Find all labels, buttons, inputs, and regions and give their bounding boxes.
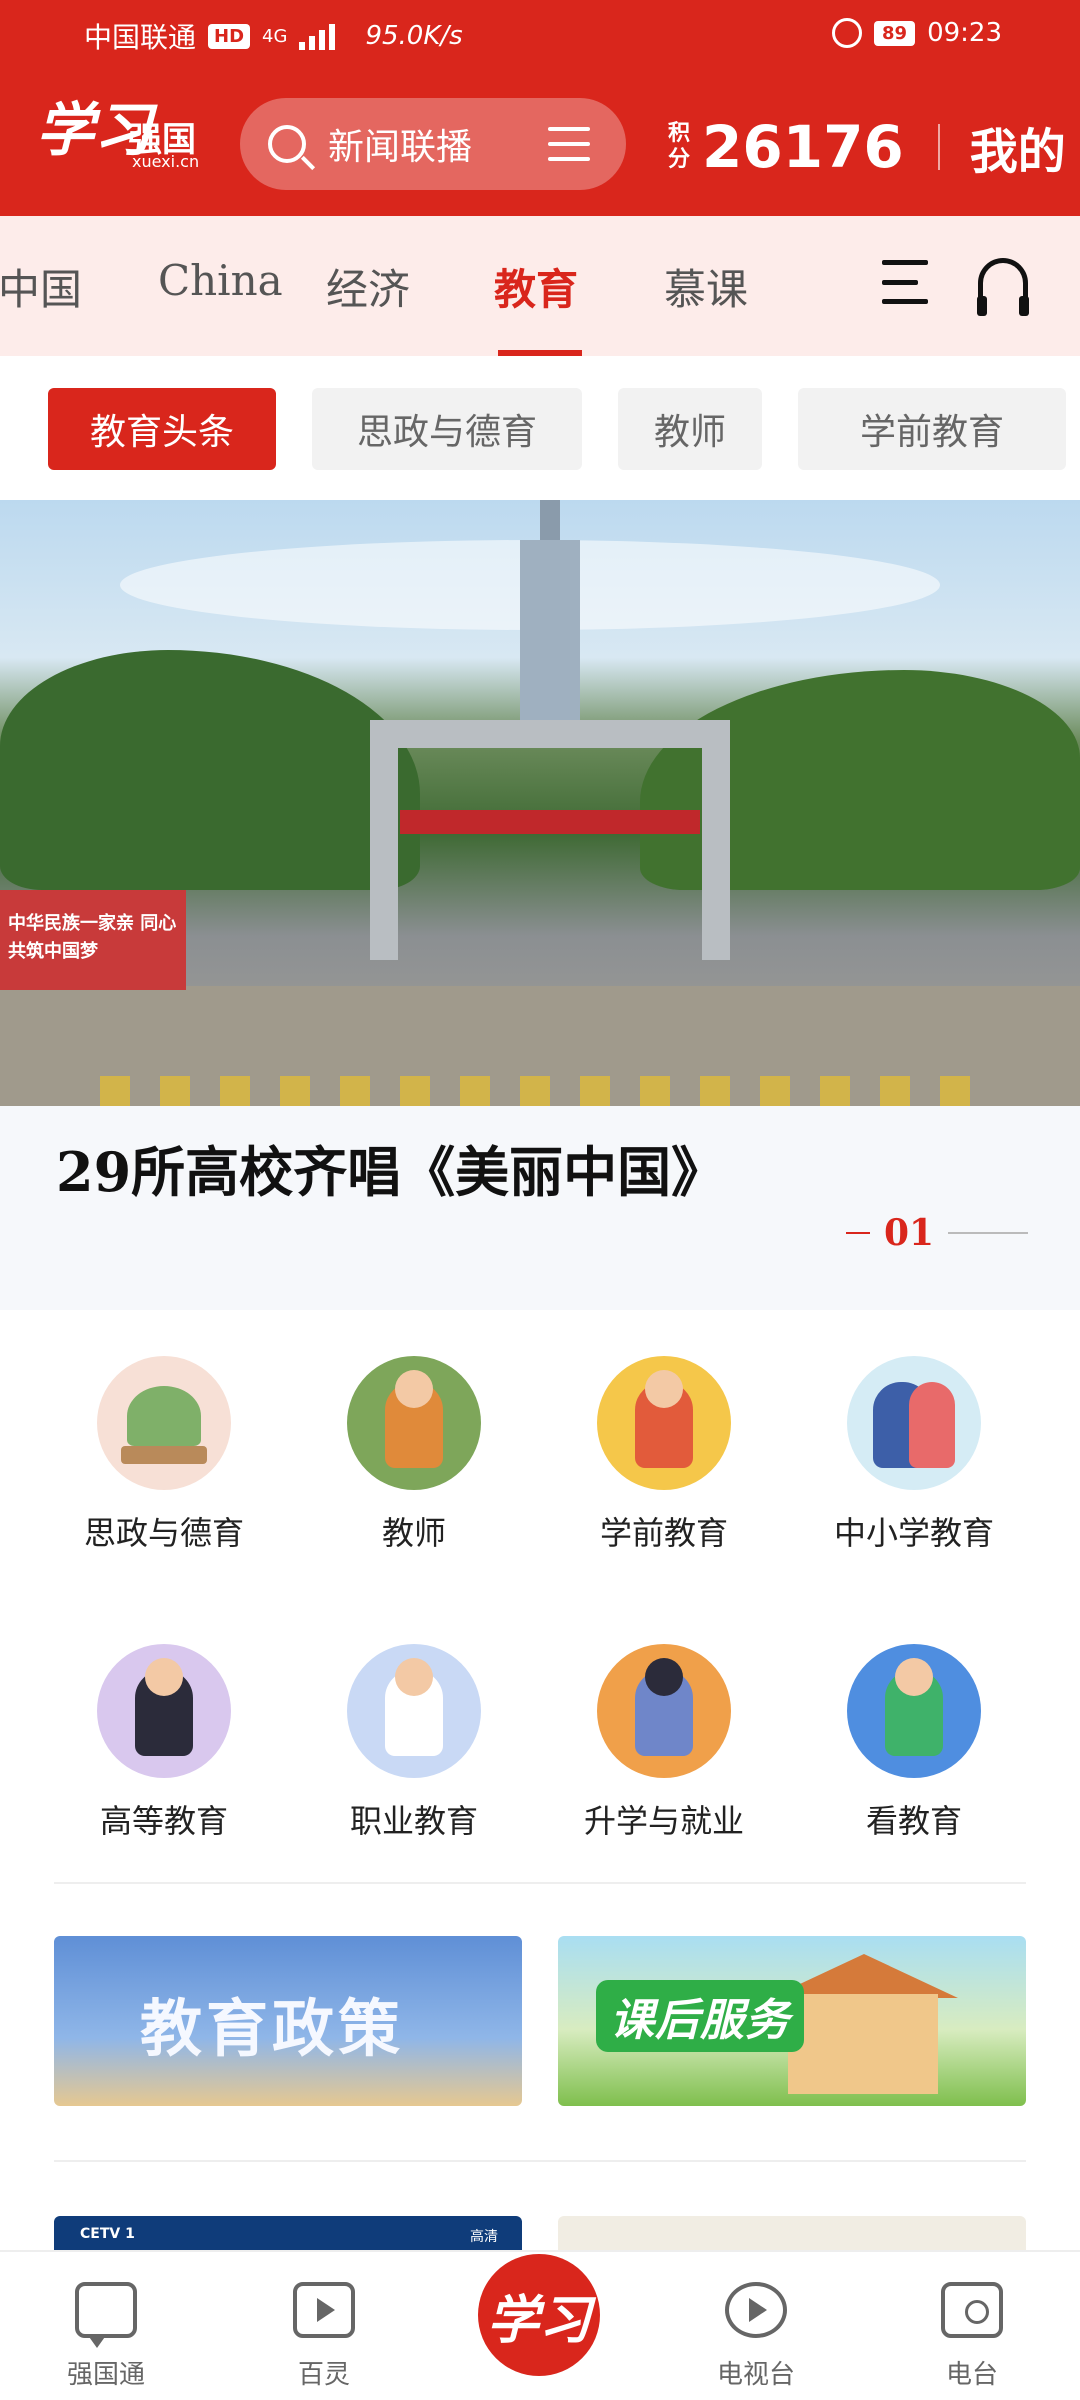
search-placeholder: 新闻联播 (328, 127, 473, 168)
category-tabs: 中国 China 经济 教育 慕课 (0, 216, 1080, 356)
after-school-card[interactable]: 课后服务 (558, 1936, 1026, 2106)
grid-label: 升学与就业 (583, 1802, 744, 1840)
carrier-label: 中国联通 (84, 21, 197, 54)
cetv-logo: CETV 1 (80, 2226, 135, 2242)
banner-wall-sign: 中华民族一家亲 同心共筑中国梦 (0, 890, 186, 990)
clock: 09:23 (927, 18, 1002, 48)
policy-card-title: 教育政策 (140, 1992, 405, 2065)
grid-label: 职业教育 (349, 1802, 478, 1840)
grid-preschool[interactable]: 学前教育 (544, 1356, 784, 1554)
nav-xuexi-home[interactable]: 学习 (478, 2254, 600, 2376)
nav-label: 电视台 (716, 2360, 795, 2390)
logo-sub-en: xuexi.cn (132, 152, 200, 171)
hd-badge: HD (208, 23, 251, 49)
menu-icon[interactable] (882, 260, 928, 304)
banner-pager: 01 (846, 1212, 1029, 1254)
play-icon (725, 2282, 787, 2338)
points-area[interactable]: 积分 26176 我的 (668, 112, 1066, 182)
app-logo[interactable]: 学习 强国 xuexi.cn (36, 100, 199, 171)
grid-career[interactable]: 升学与就业 (544, 1644, 784, 1842)
pager-line-right (948, 1232, 1029, 1234)
top-bar: 中国联通 HD 4G 95.0K/s 89 09:23 学习 强国 xuexi.… (0, 0, 1080, 216)
book-flowers-icon (97, 1356, 231, 1490)
pager-line-left (846, 1232, 870, 1234)
chip-teachers[interactable]: 教师 (618, 388, 762, 470)
house-illustration (788, 1994, 938, 2094)
battery-icon: 89 (874, 20, 916, 46)
cetv-card-peek[interactable]: CETV 1 高清 (54, 2216, 522, 2250)
chip-preschool[interactable]: 学前教育 (798, 388, 1066, 470)
banner-tower (520, 500, 580, 720)
header-divider (937, 124, 940, 170)
section-divider (54, 1882, 1026, 1884)
grid-k12[interactable]: 中小学教育 (794, 1356, 1034, 1554)
section-divider (54, 2160, 1026, 2162)
after-school-card-title: 课后服务 (596, 1980, 804, 2052)
banner-gate (370, 720, 730, 960)
radio-icon (941, 2282, 1003, 2338)
grid-ideology[interactable]: 思政与德育 (44, 1356, 284, 1554)
headline-title[interactable]: 29所高校齐唱《美丽中国》 (56, 1128, 725, 1207)
policy-card[interactable]: 教育政策 (54, 1936, 522, 2106)
headphones-icon[interactable] (977, 258, 1029, 316)
signal-icon (299, 22, 336, 50)
grid-teacher[interactable]: 教师 (294, 1356, 534, 1554)
nav-label: 强国通 (66, 2360, 145, 2390)
nav-tv[interactable]: 电视台 (686, 2282, 826, 2391)
chip-ideology[interactable]: 思政与德育 (312, 388, 582, 470)
tab-education[interactable]: 教育 (494, 256, 578, 317)
banner-gate-banner (400, 810, 700, 834)
worker-icon (347, 1644, 481, 1778)
newspaper-card-peek[interactable] (558, 2216, 1026, 2250)
kid-ball-icon (847, 1644, 981, 1778)
chat-icon (75, 2282, 137, 2348)
chip-edu-headlines[interactable]: 教育头条 (48, 388, 276, 470)
network-speed: 95.0K/s (365, 21, 463, 51)
sub-channel-chips: 教育头条 思政与德育 教师 学前教育 (0, 356, 1080, 500)
grid-label: 看教育 (865, 1802, 962, 1840)
app-header: 学习 强国 xuexi.cn 新闻联播 积分 26176 我的 (0, 86, 1080, 216)
tab-china-cn[interactable]: 中国 (0, 256, 82, 317)
career-icon (597, 1644, 731, 1778)
status-left: 中国联通 HD 4G 95.0K/s (84, 16, 463, 56)
hero-banner[interactable]: 中华民族一家亲 同心共筑中国梦 (0, 500, 1080, 1106)
alarm-icon (832, 18, 862, 48)
tab-mooc[interactable]: 慕课 (664, 256, 748, 317)
network-type: 4G (262, 25, 288, 47)
hd-label: 高清 (470, 2229, 498, 2245)
nav-label: 百灵 (297, 2360, 350, 2390)
search-bar[interactable]: 新闻联播 (240, 98, 626, 190)
grid-label: 学前教育 (599, 1514, 728, 1552)
teacher-icon (347, 1356, 481, 1490)
nav-qiangguotong[interactable]: 强国通 (36, 2282, 176, 2391)
points-label: 积分 (668, 121, 691, 172)
grid-watch-edu[interactable]: 看教育 (794, 1644, 1034, 1842)
graduate-icon (97, 1644, 231, 1778)
tab-economy[interactable]: 经济 (326, 256, 410, 317)
scan-icon[interactable] (548, 127, 590, 161)
child-icon (597, 1356, 731, 1490)
nav-radio[interactable]: 电台 (902, 2282, 1042, 2391)
grid-label: 高等教育 (99, 1802, 228, 1840)
video-icon (293, 2282, 355, 2338)
grid-label: 中小学教育 (833, 1514, 994, 1552)
nav-label: 电台 (945, 2360, 998, 2390)
nav-bailing[interactable]: 百灵 (254, 2282, 394, 2391)
grid-higher-ed[interactable]: 高等教育 (44, 1644, 284, 1842)
status-bar: 中国联通 HD 4G 95.0K/s 89 09:23 (0, 0, 1080, 72)
search-icon (268, 125, 306, 163)
mine-button[interactable]: 我的 (970, 112, 1066, 182)
points-value: 26176 (702, 113, 904, 181)
students-icon (847, 1356, 981, 1490)
banner-trees-left (0, 650, 420, 890)
banner-road-stripe (100, 1076, 980, 1106)
grid-label: 思政与德育 (83, 1514, 244, 1552)
pager-number: 01 (884, 1212, 935, 1254)
tab-china-en[interactable]: China (158, 256, 283, 305)
grid-vocational[interactable]: 职业教育 (294, 1644, 534, 1842)
grid-label: 教师 (381, 1514, 446, 1552)
status-right: 89 09:23 (832, 18, 1002, 48)
headline-box[interactable]: 29所高校齐唱《美丽中国》 01 (0, 1106, 1080, 1310)
